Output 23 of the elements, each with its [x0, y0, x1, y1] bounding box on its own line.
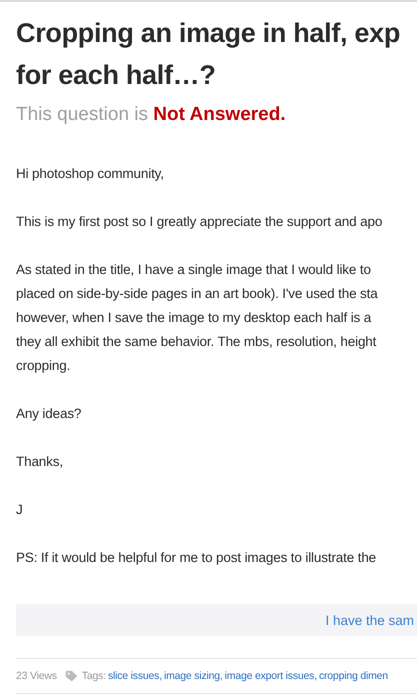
body-text: PS: If it would be helpful for me to post images to illustrate the — [16, 549, 378, 567]
tag-link[interactable]: cropping dimen — [318, 670, 388, 682]
status-label: This question is — [16, 104, 150, 125]
tag-link[interactable]: image export issues, — [224, 670, 317, 682]
body-text: they all exhibit the same behavior. The mbs, resolution, height — [16, 333, 378, 351]
tag-link[interactable]: image sizing, — [164, 670, 223, 682]
body-text: This is my first post so I greatly appreciate the support and apo — [16, 213, 384, 231]
body-text: Thanks, — [16, 453, 64, 471]
tag-link[interactable]: slice issues, — [108, 670, 162, 682]
tag-icon — [64, 670, 78, 682]
body-text: however, when I save the image to my desktop each half is a — [16, 309, 372, 327]
view-count: 23 Views — [16, 670, 57, 682]
status-value: Not Answered. — [153, 104, 286, 125]
body-text: Hi photoshop community, — [16, 165, 165, 183]
same-question-button[interactable]: I have the sam — [16, 604, 417, 636]
body-text: cropping. — [16, 357, 72, 375]
body-text: placed on side-by-side pages in an art book). I've used the sta — [16, 285, 379, 303]
body-text: As stated in the title, I have a single image that I would like to — [16, 261, 372, 279]
body-text: Any ideas? — [16, 405, 82, 423]
question-title: Cropping an image in half, exp — [16, 17, 402, 50]
body-text: J — [16, 501, 24, 519]
tags-label: Tags: — [82, 670, 106, 682]
question-title: for each half…? — [16, 59, 217, 92]
